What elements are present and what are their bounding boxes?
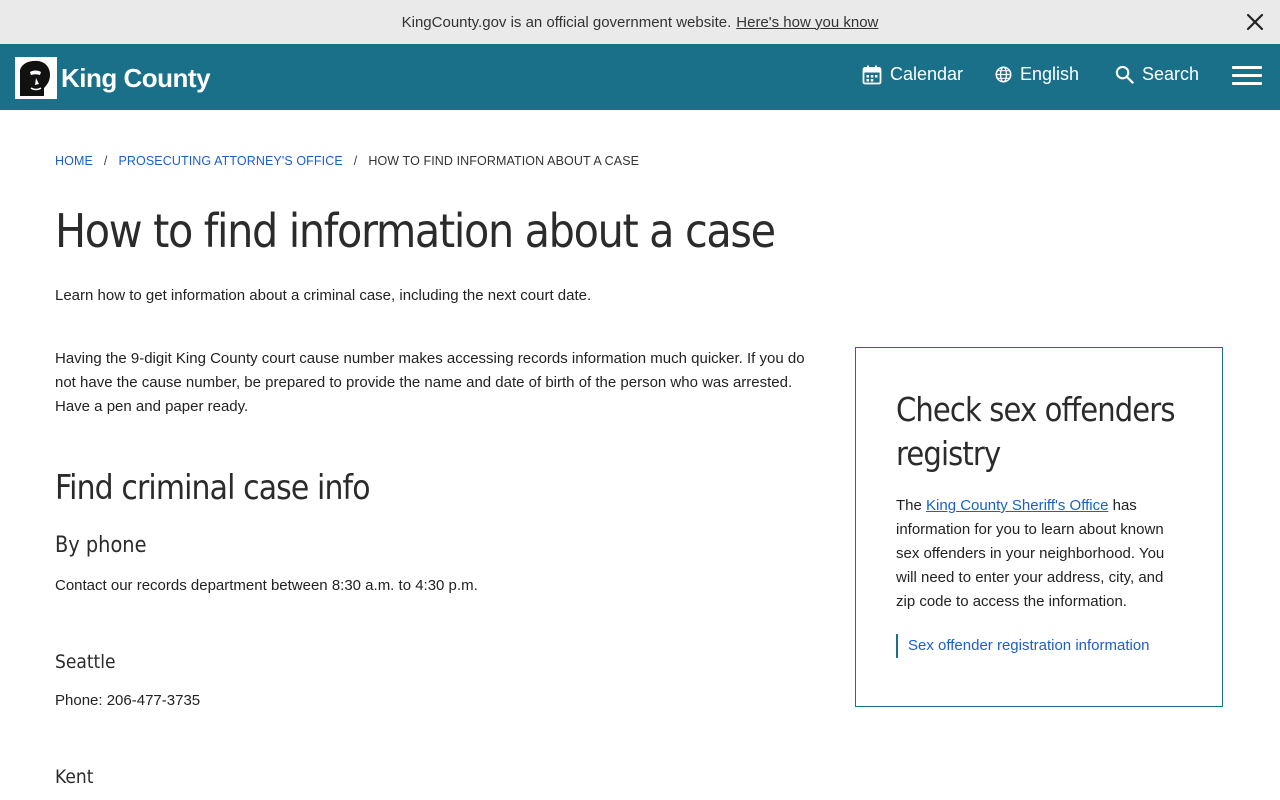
mlk-portrait-logo-icon [15, 57, 57, 99]
official-site-banner: KingCounty.gov is an official government… [0, 0, 1280, 44]
globe-icon [995, 66, 1012, 83]
breadcrumb: HOME / PROSECUTING ATTORNEY'S OFFICE / H… [55, 154, 639, 168]
language-selector[interactable]: English [995, 64, 1079, 85]
by-phone-heading: By phone [55, 533, 147, 558]
card-body: The King County Sheriff's Office has inf… [896, 494, 1186, 614]
breadcrumb-prosecuting-attorney[interactable]: PROSECUTING ATTORNEY'S OFFICE [118, 154, 342, 168]
kent-heading: Kent [55, 766, 94, 788]
official-site-text: KingCounty.gov is an official government… [401, 13, 732, 31]
find-criminal-case-heading: Find criminal case info [55, 468, 371, 508]
sex-offender-registry-card: Check sex offenders registry The King Co… [855, 347, 1223, 707]
card-title: Check sex offenders registry [896, 390, 1175, 473]
breadcrumb-separator: / [353, 154, 358, 168]
seattle-phone: Phone: 206-477-3735 [55, 692, 201, 709]
search-icon [1115, 65, 1134, 84]
close-icon[interactable] [1243, 10, 1267, 34]
page-lead: Learn how to get information about a cri… [55, 287, 592, 304]
sheriffs-office-link[interactable]: King County Sheriff's Office [926, 497, 1108, 514]
seattle-heading: Seattle [55, 651, 116, 673]
calendar-icon [862, 65, 882, 84]
search-button[interactable]: Search [1115, 64, 1199, 85]
breadcrumb-home[interactable]: HOME [55, 154, 93, 168]
calendar-link[interactable]: Calendar [862, 64, 963, 85]
heres-how-you-know-link[interactable]: Here's how you know [736, 14, 878, 31]
breadcrumb-current: HOW TO FIND INFORMATION ABOUT A CASE [368, 154, 640, 168]
by-phone-text: Contact our records department between 8… [55, 577, 478, 594]
hamburger-menu-icon[interactable] [1232, 66, 1262, 88]
calendar-label: Calendar [890, 64, 964, 84]
logo-text: King County [61, 62, 211, 93]
breadcrumb-separator: / [103, 154, 108, 168]
search-label: Search [1142, 64, 1200, 84]
page-title: How to find information about a case [55, 204, 776, 258]
language-label: English [1020, 64, 1080, 84]
site-header: King County Calendar English Search [0, 44, 1280, 110]
sex-offender-registration-link[interactable]: Sex offender registration information [896, 634, 1150, 658]
card-body-prefix: The [896, 497, 922, 514]
king-county-logo[interactable]: King County [15, 57, 211, 99]
intro-paragraph: Having the 9-digit King County court cau… [55, 350, 805, 415]
